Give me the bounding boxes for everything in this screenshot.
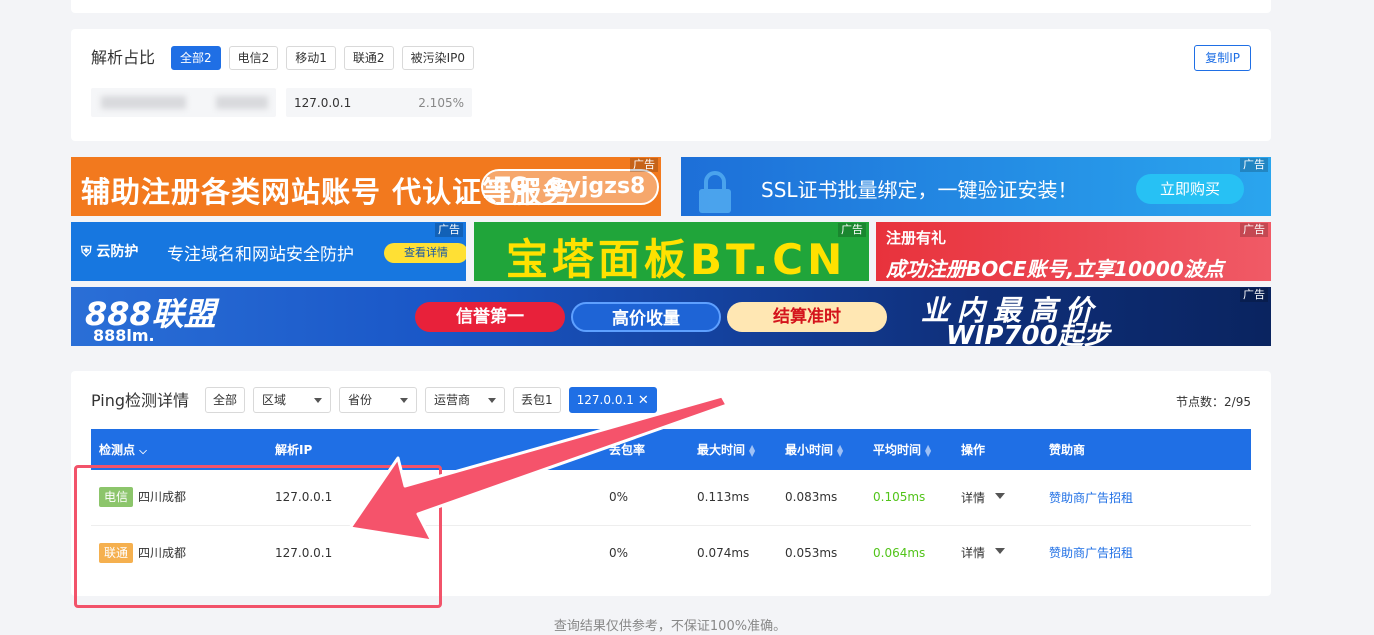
ad-tag: 广告	[630, 158, 658, 172]
sponsor-link[interactable]: 赞助商广告招租	[1041, 470, 1251, 525]
col-ip: 解析IP	[275, 443, 313, 457]
col-max[interactable]: 最大时间 ▲ ▼	[689, 429, 777, 470]
ratio-entry: 127.0.0.1 2.105%	[286, 88, 472, 117]
row-detail-toggle[interactable]: 详情	[953, 525, 1041, 580]
region-select[interactable]: 区域	[253, 387, 332, 413]
row-loss: 0%	[609, 545, 629, 560]
ad4-text: 宝塔面板BT.CN	[506, 235, 847, 281]
ratio-entry-percent: 2.105%	[418, 95, 464, 110]
province-select[interactable]: 省份	[339, 387, 418, 413]
ad-tag: 广告	[435, 223, 463, 237]
node-count: 节点数：2/95	[1176, 395, 1251, 409]
ping-filters: 全部 区域 省份 运营商 丢包1 127.0.0.1 ✕	[205, 387, 657, 413]
row-ip: 127.0.0.1	[275, 490, 333, 505]
ad-tag: 广告	[838, 223, 866, 237]
ping-detail-card: Ping检测详情 全部 区域 省份 运营商 丢包1 127.0.0.1 ✕ 节点数…	[71, 371, 1271, 596]
ad6-pill-2: 高价收量	[571, 302, 721, 332]
ping-card-title: Ping检测详情	[91, 391, 190, 410]
close-icon[interactable]: ✕	[638, 389, 649, 413]
col-sponsor: 赞助商	[1049, 443, 1086, 457]
ad-banner-ssl[interactable]: SSL证书批量绑定，一键验证安装！ 立即购买 广告	[681, 157, 1271, 216]
lock-icon	[699, 171, 731, 213]
isp-select[interactable]: 运营商	[425, 387, 506, 413]
ping-results-table: 检测点 ⌵ 解析IP 丢包率 最大时间 ▲ ▼ 最小时间 ▲ ▼ 平均时间 ▲ ▼ 操作 赞…	[91, 429, 1251, 580]
table-row: 联通 四川成都 127.0.0.1 0% 0.074ms 0.053ms 0.06…	[91, 525, 1251, 580]
row-min: 0.053ms	[785, 545, 838, 560]
table-header: 检测点 ⌵ 解析IP 丢包率 最大时间 ▲ ▼ 最小时间 ▲ ▼ 平均时间 ▲ ▼ 操作 赞…	[91, 429, 1251, 470]
sort-icon[interactable]: ▲ ▼	[749, 443, 755, 457]
col-min[interactable]: 最小时间 ▲ ▼	[777, 429, 865, 470]
ad-banner-cloud-protect[interactable]: ⛨ 云防护 专注域名和网站安全防护 查看详情 广告	[71, 222, 466, 281]
ad2-buy-button: 立即购买	[1136, 174, 1244, 204]
filter-loss[interactable]: 丢包1	[513, 387, 561, 413]
chip-unicom[interactable]: 联通2	[343, 46, 394, 70]
node-location: 四川成都	[138, 545, 187, 560]
row-max: 0.113ms	[697, 490, 750, 505]
sort-icon[interactable]: ▲ ▼	[925, 443, 931, 457]
ad1-tg: TG: @yjgzs8	[481, 169, 660, 205]
ad-banner-account-service[interactable]: 辅助注册各类网站账号 代认证等服务 TG: @yjgzs8 广告	[71, 157, 661, 216]
ad6-right-2: WIP700起步	[946, 321, 1110, 346]
row-avg: 0.105ms	[873, 490, 926, 505]
ad-tag: 广告	[1240, 288, 1268, 302]
filter-all[interactable]: 全部	[205, 387, 246, 413]
ad5-line2: 成功注册BOCE账号,立享10000波点	[886, 257, 1224, 281]
chip-polluted-ip[interactable]: 被污染IP0	[401, 46, 474, 70]
sort-icon[interactable]: ▲ ▼	[837, 443, 843, 457]
ratio-row: 127.0.0.1 2.105%	[91, 88, 472, 117]
footer-note: 查询结果仅供参考，不保证100%准确。	[553, 619, 787, 634]
ad6-pill-1: 信誉第一	[415, 302, 565, 332]
caret-down-icon	[995, 492, 1006, 504]
ad-banner-boce[interactable]: 注册有礼 成功注册BOCE账号,立享10000波点 广告	[876, 222, 1271, 281]
row-max: 0.074ms	[697, 545, 750, 560]
chevron-down-icon[interactable]: ⌵	[139, 446, 147, 457]
caret-down-icon	[995, 548, 1006, 559]
isp-badge-unicom: 联通	[99, 542, 134, 563]
ad-tag: 广告	[1240, 158, 1268, 172]
ad6-sub: 888lm.	[93, 326, 155, 345]
ratio-card: 解析占比 全部2 电信2 移动1 联通2 被污染IP0 复制IP 127.0.0…	[71, 29, 1271, 141]
isp-filter-chips: 全部2 电信2 移动1 联通2 被污染IP0	[171, 46, 474, 70]
table-row: 电信 四川成都 127.0.0.1 0% 0.113ms 0.083ms 0.10…	[91, 470, 1251, 525]
node-location: 四川成都	[138, 490, 187, 505]
filter-active-ip[interactable]: 127.0.0.1 ✕	[568, 387, 657, 413]
ratio-entry-ip: 127.0.0.1	[294, 95, 352, 110]
row-ip: 127.0.0.1	[275, 545, 333, 560]
blurred-entry	[91, 88, 276, 117]
row-min: 0.083ms	[785, 490, 838, 505]
col-node[interactable]: 检测点 ⌵	[91, 429, 267, 470]
chip-telecom[interactable]: 电信2	[228, 46, 279, 70]
sponsor-link[interactable]: 赞助商广告招租	[1041, 525, 1251, 580]
ad2-text: SSL证书批量绑定，一键验证安装！	[761, 178, 1078, 202]
ad6-pill-3: 结算准时	[727, 302, 887, 332]
copy-ip-button[interactable]: 复制IP	[1194, 45, 1251, 71]
ad5-line1: 注册有礼	[886, 229, 947, 247]
row-loss: 0%	[609, 490, 629, 505]
ad3-text: 专注域名和网站安全防护	[167, 245, 354, 265]
col-loss: 丢包率	[609, 443, 646, 457]
chip-mobile[interactable]: 移动1	[286, 46, 336, 70]
ad-banner-888lm[interactable]: 888联盟 888lm. 信誉第一 高价收量 结算准时 业内最高价 WIP700…	[71, 287, 1271, 346]
shield-icon: ⛨	[81, 244, 92, 260]
ad3-detail-button: 查看详情	[384, 243, 466, 263]
col-action: 操作	[961, 443, 986, 457]
row-avg: 0.064ms	[873, 545, 926, 560]
row-detail-toggle[interactable]: 详情	[953, 470, 1041, 525]
ad-banner-bt-panel[interactable]: 宝塔面板BT.CN 广告	[474, 222, 869, 281]
chip-all[interactable]: 全部2	[171, 46, 221, 70]
ratio-card-title: 解析占比	[91, 48, 156, 67]
previous-card-edge	[71, 0, 1271, 13]
ad-tag: 广告	[1240, 223, 1268, 237]
col-avg[interactable]: 平均时间 ▲ ▼	[865, 429, 953, 470]
ad3-logo: ⛨ 云防护	[81, 244, 139, 260]
isp-badge-telecom: 电信	[99, 487, 134, 508]
